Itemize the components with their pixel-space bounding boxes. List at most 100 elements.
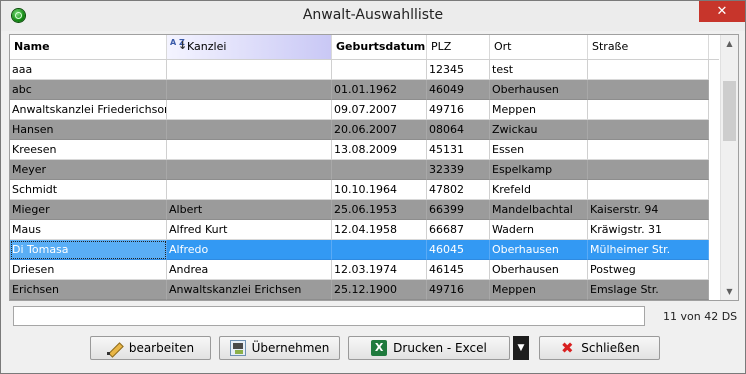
table-cell[interactable] <box>588 120 709 140</box>
table-cell[interactable]: Kaiserstr. 94 <box>588 200 709 220</box>
table-row[interactable]: Meyer 32339 Espelkamp <box>10 160 719 180</box>
table-cell[interactable]: 08064 <box>427 120 490 140</box>
close-button[interactable]: Schließen <box>539 336 660 360</box>
table-cell[interactable]: Schmidt <box>10 180 167 200</box>
table-cell[interactable]: Espelkamp <box>490 160 588 180</box>
table-cell[interactable]: 46049 <box>427 80 490 100</box>
table-cell[interactable] <box>332 240 427 260</box>
table-cell[interactable]: 46045 <box>427 240 490 260</box>
table-row[interactable]: Maus Alfred Kurt 12.04.1958 66687 Wadern Kräw… <box>10 220 719 240</box>
table-cell[interactable]: Erichsen <box>10 280 167 300</box>
table-cell[interactable]: test <box>490 60 588 80</box>
table-row[interactable]: Kreesen 13.08.2009 45131 Essen <box>10 140 719 160</box>
table-cell[interactable]: 49716 <box>427 100 490 120</box>
table-cell[interactable]: Mieger <box>10 200 167 220</box>
table-row[interactable]: abc 01.01.1962 46049 Oberhausen <box>10 80 719 100</box>
table-cell[interactable] <box>588 140 709 160</box>
table-cell[interactable]: 20.06.2007 <box>332 120 427 140</box>
table-cell[interactable]: Hansen <box>10 120 167 140</box>
filter-input[interactable] <box>13 306 645 326</box>
table-cell[interactable]: Maus <box>10 220 167 240</box>
table-cell[interactable]: 25.06.1953 <box>332 200 427 220</box>
table-row[interactable]: Erichsen Anwaltskanzlei Erichsen 25.12.190… <box>10 280 719 300</box>
column-header-plz[interactable]: PLZ <box>427 35 490 59</box>
table-row[interactable]: Mieger Albert 25.06.1953 66399 Mandelbachtal… <box>10 200 719 220</box>
table-cell[interactable]: Krefeld <box>490 180 588 200</box>
table-cell[interactable]: Meyer <box>10 160 167 180</box>
table-cell[interactable] <box>167 60 332 80</box>
vertical-scrollbar[interactable]: ▲ ▼ <box>720 35 738 300</box>
table-cell[interactable]: Oberhausen <box>490 260 588 280</box>
table-cell[interactable]: Kräwigstr. 31 <box>588 220 709 240</box>
table-cell[interactable]: abc <box>10 80 167 100</box>
table-cell[interactable]: Anwaltskanzlei Friederichson <box>10 100 167 120</box>
table-cell[interactable]: Anwaltskanzlei Erichsen <box>167 280 332 300</box>
table-cell[interactable]: 46145 <box>427 260 490 280</box>
table-cell[interactable]: Emslage Str. <box>588 280 709 300</box>
table-cell[interactable]: 13.08.2009 <box>332 140 427 160</box>
table-cell[interactable] <box>167 120 332 140</box>
table-cell[interactable] <box>588 80 709 100</box>
table-cell[interactable]: Essen <box>490 140 588 160</box>
table-cell[interactable]: 47802 <box>427 180 490 200</box>
table-row[interactable]: Hansen 20.06.2007 08064 Zwickau <box>10 120 719 140</box>
scroll-down-icon[interactable]: ▼ <box>721 283 738 300</box>
table-cell[interactable]: Di Tomasa <box>10 240 167 260</box>
table-cell[interactable]: 10.10.1964 <box>332 180 427 200</box>
table-row[interactable]: Di Tomasa Alfredo 46045 Oberhausen Mülheimer… <box>10 240 719 260</box>
table-cell[interactable]: Wadern <box>490 220 588 240</box>
column-header-geburtsdatum[interactable]: Geburtsdatum <box>332 35 427 59</box>
table-cell[interactable] <box>167 80 332 100</box>
table-cell[interactable]: Kreesen <box>10 140 167 160</box>
table-cell[interactable]: 66399 <box>427 200 490 220</box>
table-cell[interactable]: Alfredo <box>167 240 332 260</box>
table-cell[interactable]: Mandelbachtal <box>490 200 588 220</box>
table-row[interactable]: Driesen Andrea 12.03.1974 46145 Oberhausen Po… <box>10 260 719 280</box>
column-header-name[interactable]: Name <box>10 35 167 59</box>
table-cell[interactable]: Driesen <box>10 260 167 280</box>
table-cell[interactable]: Oberhausen <box>490 80 588 100</box>
column-header-ort[interactable]: Ort <box>490 35 588 59</box>
table-cell[interactable]: Zwickau <box>490 120 588 140</box>
table-cell[interactable] <box>588 180 709 200</box>
table-row[interactable]: Anwaltskanzlei Friederichson 09.07.2007 49… <box>10 100 719 120</box>
table-cell[interactable] <box>167 160 332 180</box>
table-cell[interactable] <box>167 100 332 120</box>
table-cell[interactable]: Postweg <box>588 260 709 280</box>
column-header-strasse[interactable]: Straße <box>588 35 709 59</box>
scroll-thumb[interactable] <box>723 81 736 141</box>
edit-button[interactable]: bearbeiten <box>90 336 211 360</box>
print-excel-button[interactable]: Drucken - Excel <box>348 336 510 360</box>
table-cell[interactable]: 09.07.2007 <box>332 100 427 120</box>
table-row[interactable]: Schmidt 10.10.1964 47802 Krefeld <box>10 180 719 200</box>
table-cell[interactable]: Oberhausen <box>490 240 588 260</box>
table-cell[interactable]: 49716 <box>427 280 490 300</box>
table-cell[interactable]: 12345 <box>427 60 490 80</box>
table-cell[interactable]: Meppen <box>490 100 588 120</box>
table-cell[interactable]: 32339 <box>427 160 490 180</box>
table-cell[interactable] <box>332 60 427 80</box>
table-cell[interactable]: 25.12.1900 <box>332 280 427 300</box>
table-cell[interactable]: 12.03.1974 <box>332 260 427 280</box>
window-close-button[interactable]: ✕ <box>699 1 745 22</box>
table-cell[interactable]: Alfred Kurt <box>167 220 332 240</box>
table-row[interactable]: aaa 12345 test <box>10 60 719 80</box>
table-cell[interactable] <box>588 100 709 120</box>
table-cell[interactable]: Mülheimer Str. <box>588 240 709 260</box>
table-cell[interactable]: Meppen <box>490 280 588 300</box>
table-cell[interactable] <box>167 140 332 160</box>
table-cell[interactable] <box>332 160 427 180</box>
table-cell[interactable]: 01.01.1962 <box>332 80 427 100</box>
take-over-button[interactable]: Übernehmen <box>219 336 340 360</box>
table-cell[interactable] <box>588 60 709 80</box>
table-cell[interactable]: aaa <box>10 60 167 80</box>
table-cell[interactable]: 66687 <box>427 220 490 240</box>
table-cell[interactable]: 45131 <box>427 140 490 160</box>
column-header-kanzlei[interactable]: A Z ↓ Kanzlei <box>167 35 332 59</box>
table-cell[interactable]: Andrea <box>167 260 332 280</box>
print-options-dropdown[interactable]: ▼ <box>513 336 529 360</box>
table-cell[interactable]: Albert <box>167 200 332 220</box>
table-cell[interactable]: 12.04.1958 <box>332 220 427 240</box>
table-cell[interactable] <box>588 160 709 180</box>
scroll-up-icon[interactable]: ▲ <box>721 35 738 52</box>
